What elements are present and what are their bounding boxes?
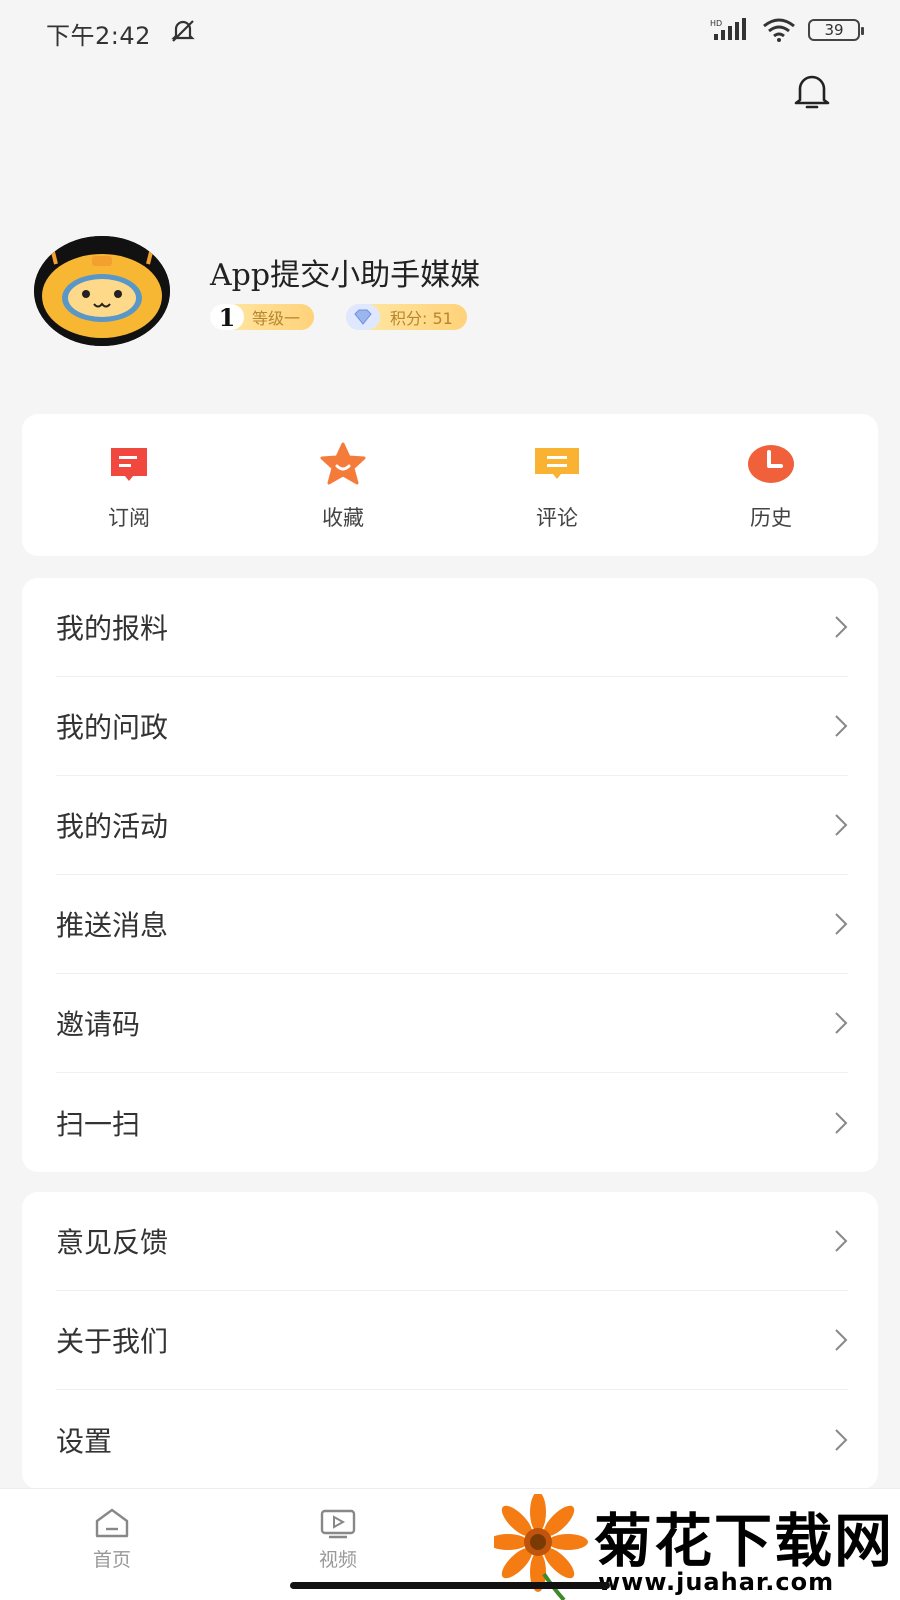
username: App提交小助手媒媒 bbox=[210, 258, 481, 293]
quick-action-label: 收藏 bbox=[322, 506, 364, 530]
menu-item-my-inquiries[interactable]: 我的问政 bbox=[56, 677, 848, 776]
quick-action-favorites[interactable]: 收藏 bbox=[236, 414, 450, 556]
user-badges: 1 等级一 积分: 51 bbox=[210, 303, 467, 332]
menu-group-main: 我的报料 我的问政 我的活动 推送消息 邀请码 扫一扫 bbox=[22, 578, 878, 1172]
menu-item-label: 推送消息 bbox=[56, 909, 169, 942]
menu-item-invite-code[interactable]: 邀请码 bbox=[56, 974, 848, 1073]
signal-icon: HD bbox=[710, 18, 746, 40]
menu-item-scan[interactable]: 扫一扫 bbox=[56, 1073, 848, 1172]
status-icons: HD 39 bbox=[710, 18, 864, 42]
menu-item-label: 关于我们 bbox=[56, 1325, 169, 1358]
chevron-right-icon bbox=[835, 1428, 848, 1451]
quick-action-label: 订阅 bbox=[108, 506, 150, 530]
video-icon bbox=[320, 1509, 356, 1539]
menu-item-push-messages[interactable]: 推送消息 bbox=[56, 875, 848, 974]
level-label: 等级一 bbox=[252, 309, 301, 328]
star-icon bbox=[317, 442, 369, 486]
comment-icon bbox=[531, 442, 583, 486]
battery-indicator: 39 bbox=[808, 19, 864, 41]
menu-item-label: 我的报料 bbox=[56, 612, 169, 645]
wifi-icon bbox=[763, 18, 795, 42]
diamond-icon bbox=[346, 304, 381, 330]
level-number: 1 bbox=[210, 303, 244, 332]
menu-item-label: 意见反馈 bbox=[56, 1226, 169, 1259]
menu-item-label: 设置 bbox=[56, 1424, 113, 1458]
bell-mute-icon bbox=[171, 20, 195, 42]
chevron-right-icon bbox=[835, 1230, 848, 1252]
profile-header: App提交小助手媒媒 1 等级一 积分: 51 bbox=[34, 236, 874, 346]
home-indicator bbox=[290, 1582, 610, 1589]
avatar[interactable] bbox=[34, 236, 170, 346]
chevron-right-icon bbox=[835, 1111, 848, 1134]
watermark-title: 菊花下载网 bbox=[594, 1507, 895, 1575]
tab-home[interactable]: 首页 bbox=[72, 1507, 152, 1572]
home-icon bbox=[95, 1508, 129, 1538]
menu-item-label: 邀请码 bbox=[56, 1008, 141, 1041]
level-badge: 1 等级一 bbox=[210, 303, 315, 332]
network-label: HD bbox=[710, 19, 722, 28]
watermark-url: www.juahar.com bbox=[598, 1568, 835, 1596]
menu-item-label: 我的问政 bbox=[56, 711, 169, 744]
chevron-right-icon bbox=[835, 1329, 848, 1351]
tab-video[interactable]: 视频 bbox=[298, 1507, 378, 1572]
quick-actions-card: 订阅 收藏 评论 历史 bbox=[22, 414, 878, 556]
menu-item-feedback[interactable]: 意见反馈 bbox=[56, 1192, 848, 1291]
menu-item-my-activities[interactable]: 我的活动 bbox=[56, 776, 848, 875]
notification-bell-icon[interactable] bbox=[790, 72, 834, 112]
chevron-right-icon bbox=[835, 814, 848, 836]
status-bar: 下午2:42 HD 39 bbox=[0, 0, 900, 64]
menu-item-about-us[interactable]: 关于我们 bbox=[56, 1291, 848, 1390]
quick-action-label: 历史 bbox=[750, 506, 792, 530]
quick-action-history[interactable]: 历史 bbox=[664, 414, 878, 556]
chevron-right-icon bbox=[835, 715, 848, 737]
tab-label: 视频 bbox=[318, 1549, 357, 1571]
points-label: 积分: 51 bbox=[390, 309, 453, 328]
subscribe-icon bbox=[103, 442, 155, 486]
menu-group-secondary: 意见反馈 关于我们 设置 bbox=[22, 1192, 878, 1489]
quick-action-comments[interactable]: 评论 bbox=[450, 414, 664, 556]
menu-item-label: 我的活动 bbox=[56, 810, 169, 843]
chevron-right-icon bbox=[835, 913, 848, 935]
chevron-right-icon bbox=[835, 1012, 848, 1034]
chevron-right-icon bbox=[835, 616, 848, 638]
menu-item-settings[interactable]: 设置 bbox=[56, 1390, 848, 1489]
status-time: 下午2:42 bbox=[46, 22, 151, 50]
robot-avatar-icon bbox=[34, 236, 170, 346]
menu-item-my-reports[interactable]: 我的报料 bbox=[56, 578, 848, 677]
menu-item-label: 扫一扫 bbox=[56, 1107, 141, 1141]
quick-action-label: 评论 bbox=[536, 506, 578, 530]
tab-label: 首页 bbox=[92, 1549, 131, 1571]
clock-icon bbox=[745, 442, 797, 486]
points-badge: 积分: 51 bbox=[346, 304, 467, 330]
quick-action-subscribe[interactable]: 订阅 bbox=[22, 414, 236, 556]
